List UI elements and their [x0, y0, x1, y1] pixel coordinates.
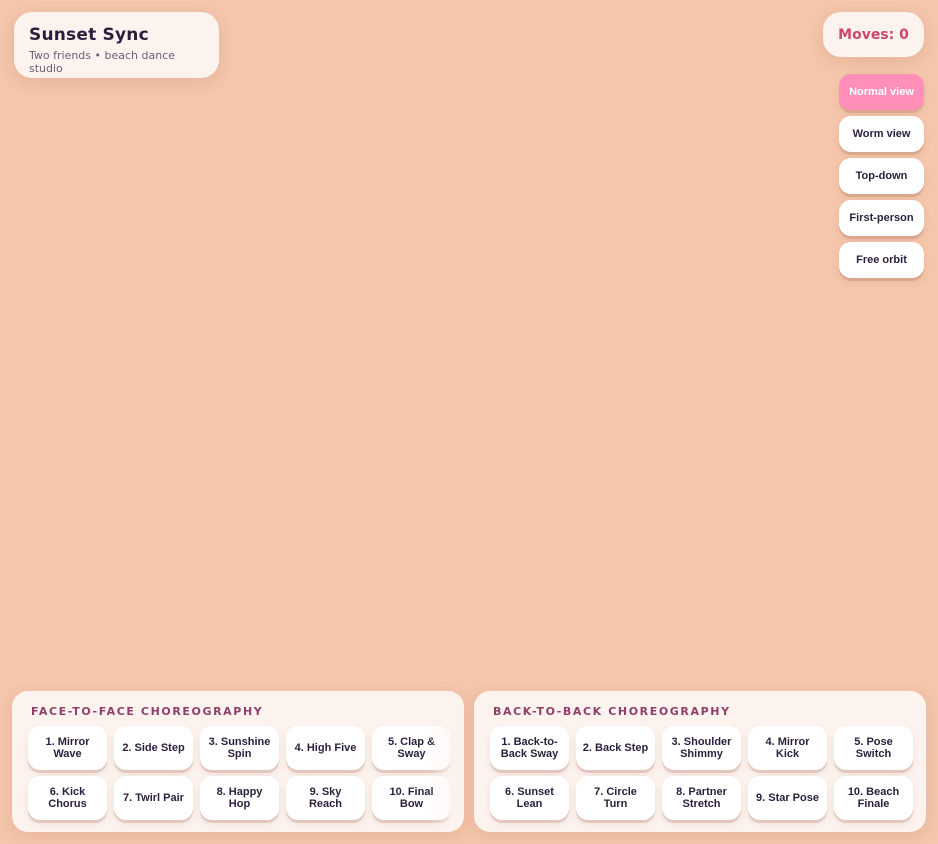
view-normal-button[interactable]: Normal view — [839, 74, 924, 110]
ftf-move-10-button[interactable]: 10. Final Bow — [372, 776, 451, 820]
game-stage[interactable]: Sunset Sync Two friends • beach dance st… — [0, 0, 938, 844]
game-subtitle: Two friends • beach dance studio — [29, 49, 176, 75]
btb-move-4-button[interactable]: 4. Mirror Kick — [748, 726, 827, 770]
ftf-move-4-button[interactable]: 4. High Five — [286, 726, 365, 770]
back-to-back-moves: 1. Back-to-Back Sway 2. Back Step 3. Sho… — [490, 726, 913, 820]
btb-move-10-button[interactable]: 10. Beach Finale — [834, 776, 913, 820]
btb-move-6-button[interactable]: 6. Sunset Lean — [490, 776, 569, 820]
ftf-move-6-button[interactable]: 6. Kick Chorus — [28, 776, 107, 820]
face-to-face-panel: FACE-TO-FACE CHOREOGRAPHY 1. Mirror Wave… — [12, 691, 464, 832]
title-card: Sunset Sync Two friends • beach dance st… — [14, 12, 219, 78]
camera-view-menu: Normal view Worm view Top-down First-per… — [839, 74, 924, 278]
ftf-move-2-button[interactable]: 2. Side Step — [114, 726, 193, 770]
game-title: Sunset Sync — [29, 25, 149, 45]
ftf-move-9-button[interactable]: 9. Sky Reach — [286, 776, 365, 820]
btb-move-9-button[interactable]: 9. Star Pose — [748, 776, 827, 820]
btb-move-8-button[interactable]: 8. Partner Stretch — [662, 776, 741, 820]
btb-move-7-button[interactable]: 7. Circle Turn — [576, 776, 655, 820]
ftf-move-8-button[interactable]: 8. Happy Hop — [200, 776, 279, 820]
moves-counter: Moves: 0 — [823, 12, 924, 57]
back-to-back-panel: BACK-TO-BACK CHOREOGRAPHY 1. Back-to-Bac… — [474, 691, 926, 832]
ftf-move-7-button[interactable]: 7. Twirl Pair — [114, 776, 193, 820]
btb-move-5-button[interactable]: 5. Pose Switch — [834, 726, 913, 770]
btb-move-1-button[interactable]: 1. Back-to-Back Sway — [490, 726, 569, 770]
ftf-move-5-button[interactable]: 5. Clap & Sway — [372, 726, 451, 770]
view-worm-button[interactable]: Worm view — [839, 116, 924, 152]
ftf-move-1-button[interactable]: 1. Mirror Wave — [28, 726, 107, 770]
face-to-face-heading: FACE-TO-FACE CHOREOGRAPHY — [31, 705, 264, 718]
ftf-move-3-button[interactable]: 3. Sunshine Spin — [200, 726, 279, 770]
btb-move-2-button[interactable]: 2. Back Step — [576, 726, 655, 770]
face-to-face-moves: 1. Mirror Wave 2. Side Step 3. Sunshine … — [28, 726, 451, 820]
back-to-back-heading: BACK-TO-BACK CHOREOGRAPHY — [493, 705, 731, 718]
view-top-down-button[interactable]: Top-down — [839, 158, 924, 194]
view-free-orbit-button[interactable]: Free orbit — [839, 242, 924, 278]
btb-move-3-button[interactable]: 3. Shoulder Shimmy — [662, 726, 741, 770]
view-first-person-button[interactable]: First-person — [839, 200, 924, 236]
